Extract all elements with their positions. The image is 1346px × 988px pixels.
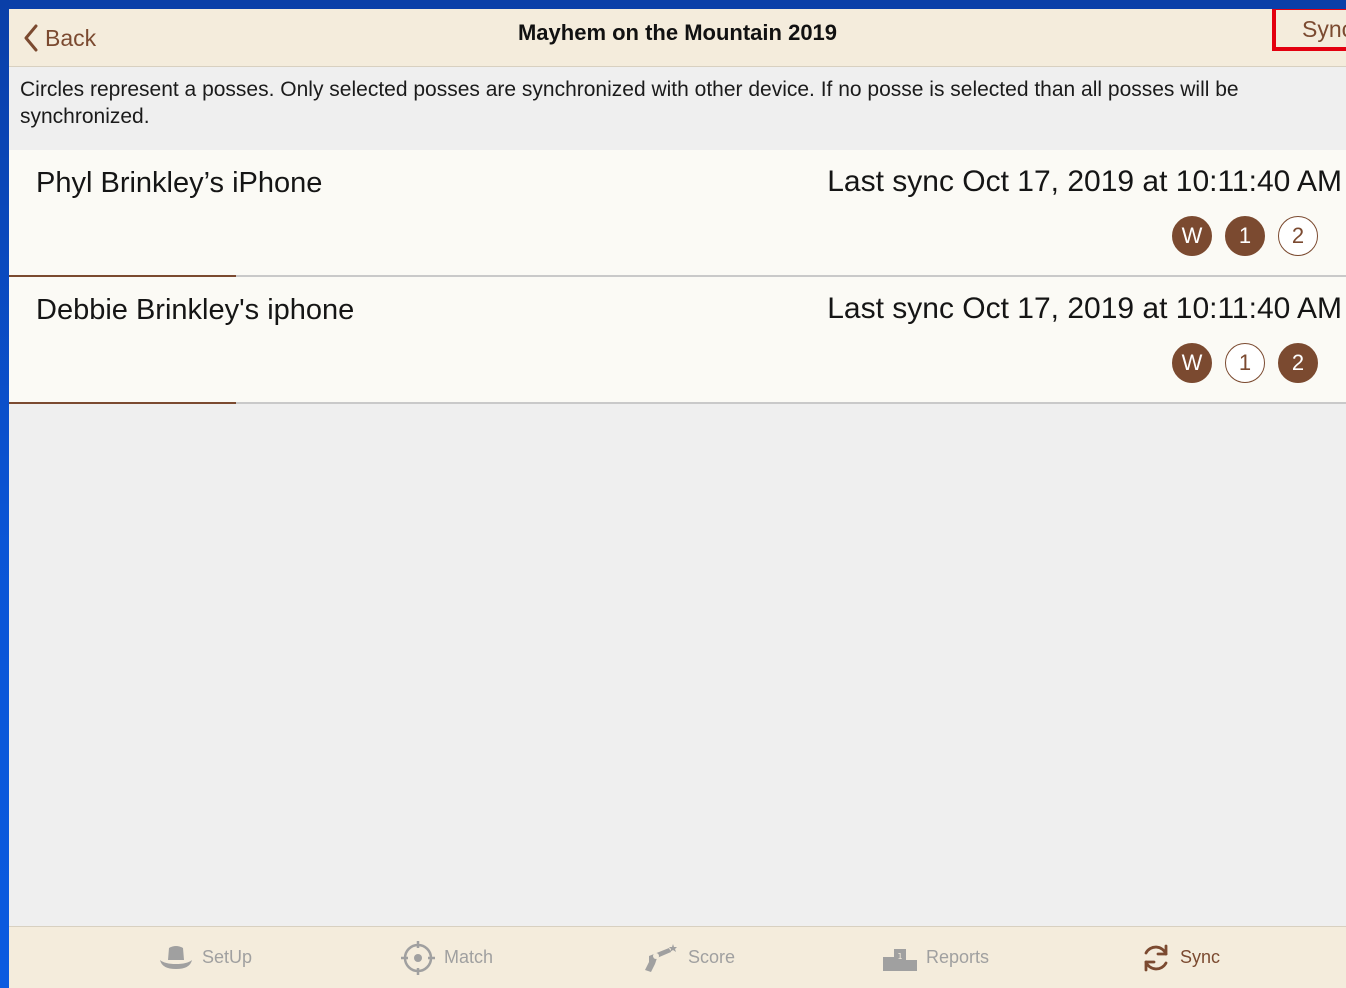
svg-text:1: 1 (897, 952, 902, 961)
tab-reports[interactable]: 1 Reports (883, 927, 989, 988)
podium-icon: 1 (883, 948, 917, 971)
tab-match[interactable]: Match (401, 927, 493, 988)
tab-score[interactable]: Score (643, 927, 735, 988)
device-list: Phyl Brinkley’s iPhone Last sync Oct 17,… (9, 150, 1346, 404)
tab-label: SetUp (202, 947, 253, 967)
device-name: Debbie Brinkley's iphone (36, 294, 355, 326)
page-title: Mayhem on the Mountain 2019 (517, 20, 838, 45)
last-sync-text: Last sync Oct 17, 2019 at 10:11:40 AM (827, 165, 1342, 198)
tab-label: Reports (926, 947, 990, 967)
tab-bar: SetUp Match Score 1 Reports Sync (9, 926, 1346, 988)
tab-sync[interactable]: Sync (1141, 927, 1220, 988)
device-row[interactable]: Phyl Brinkley’s iPhone Last sync Oct 17,… (9, 150, 1346, 277)
row-accent-line (9, 402, 236, 404)
posse-selector: W 1 2 (1172, 216, 1318, 256)
tab-label: Match (444, 947, 494, 967)
revolver-icon (645, 943, 677, 972)
device-name: Phyl Brinkley’s iPhone (36, 167, 323, 199)
posse-toggle-2[interactable]: 2 (1278, 216, 1318, 256)
navigation-bar: Back Mayhem on the Mountain 2019 Sync (9, 9, 1346, 67)
posse-selector: W 1 2 (1172, 343, 1318, 383)
posse-toggle-w[interactable]: W (1172, 216, 1212, 256)
info-text: Circles represent a posses. Only selecte… (20, 78, 1239, 128)
cowboy-hat-icon (160, 945, 192, 969)
posse-toggle-2[interactable]: 2 (1278, 343, 1318, 383)
sync-arrows-icon (1144, 944, 1168, 971)
chevron-left-icon (24, 24, 38, 52)
back-button[interactable]: Back (23, 18, 96, 58)
tab-setup[interactable]: SetUp (159, 927, 252, 988)
sync-button[interactable]: Sync (1272, 9, 1346, 51)
last-sync-text: Last sync Oct 17, 2019 at 10:11:40 AM (827, 292, 1342, 325)
posse-toggle-1[interactable]: 1 (1225, 216, 1265, 256)
sync-screen: Back Mayhem on the Mountain 2019 Sync Ci… (9, 9, 1346, 988)
device-row[interactable]: Debbie Brinkley's iphone Last sync Oct 1… (9, 277, 1346, 404)
posse-toggle-1[interactable]: 1 (1225, 343, 1265, 383)
tab-label: Sync (1180, 947, 1221, 967)
crosshair-icon (401, 940, 435, 975)
tab-label: Score (688, 947, 736, 967)
back-label: Back (45, 24, 97, 51)
posse-toggle-w[interactable]: W (1172, 343, 1212, 383)
